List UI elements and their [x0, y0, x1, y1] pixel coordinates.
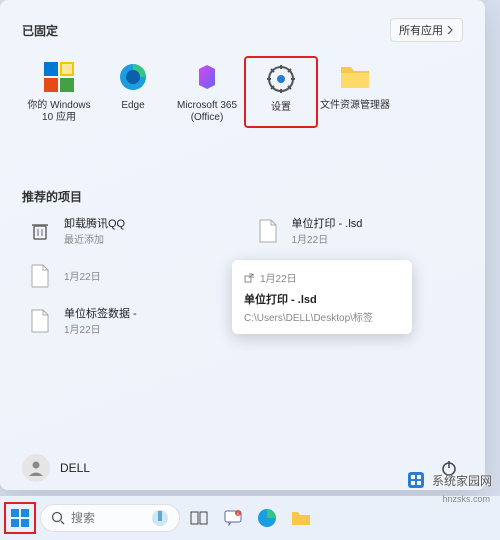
- rec-item[interactable]: 单位标签数据 - 1月22日: [22, 299, 236, 342]
- app-edge[interactable]: Edge: [96, 56, 170, 128]
- chevron-right-icon: [446, 26, 454, 34]
- rec-text: 单位标签数据 - 1月22日: [64, 305, 137, 336]
- search-input[interactable]: [71, 511, 145, 525]
- rec-text: 卸载腾讯QQ 最近添加: [64, 215, 125, 246]
- file-explorer-icon: [338, 60, 372, 94]
- rec-sub: 1月22日: [292, 231, 363, 246]
- rec-name: 单位打印 - .lsd: [292, 215, 363, 231]
- rec-text: 单位打印 - .lsd 1月22日: [292, 215, 363, 246]
- app-label: Microsoft 365 (Office): [172, 100, 242, 124]
- taskbar-edge[interactable]: [252, 503, 282, 533]
- rec-sub: 1月22日: [64, 268, 101, 283]
- win10-tile-icon: [42, 60, 76, 94]
- rec-text: 1月22日: [64, 268, 101, 283]
- app-file-explorer[interactable]: 文件资源管理器: [318, 56, 392, 128]
- app-office[interactable]: Microsoft 365 (Office): [170, 56, 244, 128]
- watermark-logo-icon: [406, 470, 426, 490]
- settings-icon: [264, 62, 298, 96]
- taskbar-chat[interactable]: 1: [218, 503, 248, 533]
- app-label: Edge: [121, 100, 144, 112]
- watermark-sub: hnzsks.com: [442, 494, 490, 504]
- page-icon: [254, 217, 282, 245]
- rec-name: 单位标签数据 -: [64, 305, 137, 321]
- taskbar-search[interactable]: [40, 504, 180, 532]
- pinned-header: 已固定 所有应用: [22, 18, 463, 42]
- tooltip-title: 单位打印 - .lsd: [244, 291, 400, 307]
- app-label: 设置: [271, 102, 291, 114]
- windows-icon: [10, 508, 30, 528]
- rec-sub: 1月22日: [64, 321, 137, 336]
- username: DELL: [60, 461, 90, 475]
- page-icon: [26, 307, 54, 335]
- app-settings[interactable]: 设置: [244, 56, 318, 128]
- watermark-title: 系统家园网: [432, 472, 492, 489]
- start-button[interactable]: [4, 502, 36, 534]
- tooltip-path: C:\Users\DELL\Desktop\标签: [244, 309, 400, 324]
- rec-item[interactable]: 单位打印 - .lsd 1月22日: [250, 209, 464, 252]
- pinned-title: 已固定: [22, 22, 58, 39]
- avatar: [22, 454, 50, 482]
- rec-item[interactable]: 1月22日: [22, 254, 236, 297]
- taskbar: 1: [0, 496, 500, 540]
- search-accent-icon: [151, 509, 169, 527]
- rec-sub: 最近添加: [64, 231, 125, 246]
- taskbar-file-explorer[interactable]: [286, 503, 316, 533]
- app-label: 文件资源管理器: [320, 100, 390, 112]
- taskbar-task-view[interactable]: [184, 503, 214, 533]
- external-link-icon: [244, 273, 254, 283]
- user-bar: DELL: [22, 454, 463, 482]
- trash-icon: [26, 217, 54, 245]
- search-icon: [51, 511, 65, 525]
- page-icon: [26, 262, 54, 290]
- watermark: 系统家园网: [406, 470, 492, 490]
- rec-item-tooltip: 1月22日 单位打印 - .lsd C:\Users\DELL\Desktop\…: [232, 260, 412, 334]
- all-apps-button[interactable]: 所有应用: [390, 18, 463, 42]
- rec-name: 卸载腾讯QQ: [64, 215, 125, 231]
- office-icon: [190, 60, 224, 94]
- edge-icon: [116, 60, 150, 94]
- user-account-button[interactable]: DELL: [22, 454, 90, 482]
- tooltip-date: 1月22日: [244, 270, 400, 285]
- rec-item[interactable]: 卸载腾讯QQ 最近添加: [22, 209, 236, 252]
- app-label: 你的 Windows 10 应用: [24, 100, 94, 124]
- recommended-title: 推荐的项目: [22, 188, 463, 205]
- all-apps-label: 所有应用: [399, 22, 443, 38]
- app-win10[interactable]: 你的 Windows 10 应用: [22, 56, 96, 128]
- pinned-apps-grid: 你的 Windows 10 应用 Edge Microsoft 365 (Off…: [22, 56, 463, 128]
- start-menu: 已固定 所有应用 你的 Windows 10 应用 Edge Microsoft…: [0, 0, 485, 490]
